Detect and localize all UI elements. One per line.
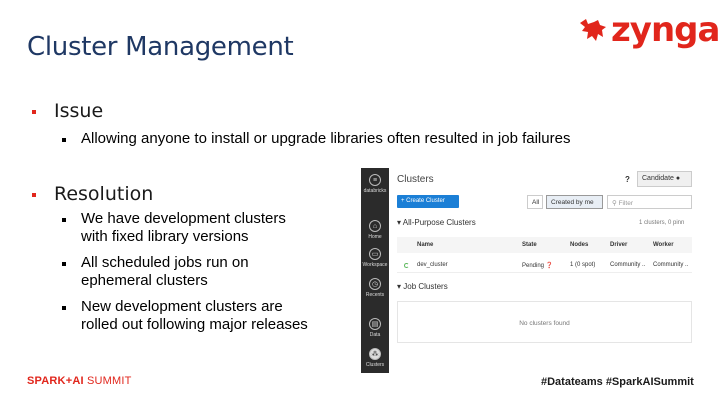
search-icon: ⚲: [612, 200, 619, 207]
job-clusters-heading: Job Clusters: [403, 282, 448, 291]
job-clusters-section-toggle[interactable]: ▾ Job Clusters: [397, 282, 448, 291]
sidebar-item-recents[interactable]: ◷ Recents: [361, 278, 389, 298]
resolution-heading: Resolution: [54, 183, 154, 205]
all-purpose-section-toggle[interactable]: ▾ All-Purpose Clusters: [397, 218, 476, 227]
job-clusters-empty: No clusters found: [397, 301, 692, 343]
cluster-driver: Community ..: [610, 262, 646, 268]
sidebar-item-label: Data: [369, 332, 381, 338]
sidebar-item-label: Workspace: [362, 262, 388, 268]
resolution-bullet: [32, 193, 36, 197]
resolution-item-1-bullet: [62, 218, 66, 222]
resolution-item-1-line-1: We have development clusters: [81, 210, 286, 227]
user-menu-label: Candidate: [642, 175, 674, 182]
databricks-sidebar: ≡ databricks ⌂ Home ▭ Workspace ◷ Recent…: [361, 168, 389, 373]
zynga-dog-icon: [580, 19, 606, 41]
sidebar-item-data[interactable]: ▤ Data: [361, 318, 389, 338]
table-row[interactable]: dev_cluster Pending ❓ 1 (0 spot) Communi…: [397, 257, 692, 273]
clusters-icon: ⁂: [369, 348, 381, 360]
footer-logo-bold: SPARK+AI: [27, 375, 84, 387]
folder-icon: ▭: [369, 248, 381, 260]
column-header-name[interactable]: Name: [417, 242, 433, 248]
sidebar-brand-label: databricks: [363, 188, 387, 194]
zynga-logo-text: zynga: [611, 10, 720, 50]
cluster-name-link[interactable]: dev_cluster: [417, 262, 448, 268]
resolution-item-1-line-2: with fixed library versions: [81, 228, 249, 245]
resolution-item-2-line-2: ephemeral clusters: [81, 272, 208, 289]
databricks-main: Clusters ? Candidate ● + Create Cluster …: [389, 168, 692, 373]
page-title: Clusters: [397, 174, 434, 185]
cluster-state-text: Pending: [522, 263, 545, 269]
slide-title: Cluster Management: [27, 32, 294, 62]
table-header: Name State Nodes Driver Worker: [397, 237, 692, 253]
sidebar-brand[interactable]: ≡ databricks: [361, 174, 389, 194]
all-purpose-heading: All-Purpose Clusters: [402, 218, 476, 227]
resolution-item-2-line-1: All scheduled jobs run on: [81, 254, 249, 271]
issue-item: Allowing anyone to install or upgrade li…: [81, 130, 571, 147]
sidebar-item-label: Recents: [365, 292, 385, 298]
filter-all-toggle[interactable]: All: [527, 195, 543, 209]
layers-icon: ≡: [369, 174, 381, 186]
pending-spinner-icon: [404, 263, 409, 268]
column-header-driver[interactable]: Driver: [610, 242, 627, 248]
help-circle-icon[interactable]: ❓: [546, 263, 553, 269]
filter-input[interactable]: ⚲ Filter: [607, 195, 692, 209]
sidebar-item-label: Home: [368, 234, 382, 240]
issue-bullet: [32, 110, 36, 114]
footer-hashtags: #Datateams #SparkAISummit: [541, 376, 694, 388]
database-icon: ▤: [369, 318, 381, 330]
column-header-state[interactable]: State: [522, 242, 537, 248]
cluster-nodes: 1 (0 spot): [570, 262, 596, 268]
spark-ai-summit-logo: SPARK+AI SUMMIT: [27, 375, 132, 387]
all-purpose-count: 1 clusters, 0 pinn: [639, 220, 685, 226]
databricks-screenshot: ≡ databricks ⌂ Home ▭ Workspace ◷ Recent…: [361, 168, 692, 373]
resolution-item-2-bullet: [62, 262, 66, 266]
sidebar-item-clusters[interactable]: ⁂ Clusters: [361, 348, 389, 368]
footer-logo-thin: SUMMIT: [86, 375, 132, 387]
sidebar-item-label: Clusters: [365, 362, 385, 368]
resolution-item-3-bullet: [62, 306, 66, 310]
help-icon[interactable]: ?: [625, 175, 630, 184]
clock-icon: ◷: [369, 278, 381, 290]
filter-placeholder: Filter: [618, 200, 634, 207]
cluster-state: Pending ❓: [522, 262, 553, 269]
column-header-nodes[interactable]: Nodes: [570, 242, 588, 248]
create-cluster-button[interactable]: + Create Cluster: [397, 195, 459, 208]
issue-heading: Issue: [54, 100, 104, 122]
zynga-logo: zynga: [578, 10, 720, 50]
home-icon: ⌂: [369, 220, 381, 232]
sidebar-item-home[interactable]: ⌂ Home: [361, 220, 389, 240]
filter-created-by-me-toggle[interactable]: Created by me: [546, 195, 603, 209]
user-icon: ●: [675, 175, 681, 182]
sidebar-item-workspace[interactable]: ▭ Workspace: [361, 248, 389, 268]
cluster-worker: Community ..: [653, 262, 689, 268]
resolution-item-3-line-1: New development clusters are: [81, 298, 283, 315]
column-header-worker[interactable]: Worker: [653, 242, 674, 248]
resolution-item-3-line-2: rolled out following major releases: [81, 316, 308, 333]
issue-item-bullet: [62, 138, 66, 142]
user-menu-button[interactable]: Candidate ●: [637, 171, 692, 187]
